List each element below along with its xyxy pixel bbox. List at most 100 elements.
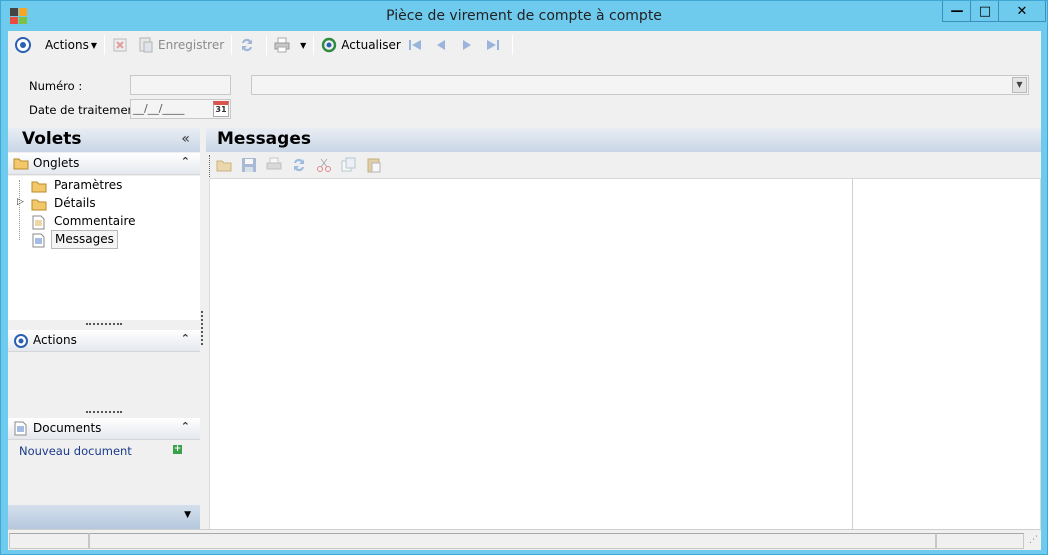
splitter-grip[interactable]: [86, 323, 122, 326]
expand-arrow-icon[interactable]: ▷: [17, 197, 24, 207]
actions-section-title: Actions: [33, 333, 77, 347]
refresh-label: Actualiser: [341, 38, 401, 52]
add-icon[interactable]: +: [173, 445, 182, 454]
folder-icon: [31, 179, 47, 193]
save-icon[interactable]: [241, 157, 257, 173]
folder-icon: [13, 156, 29, 173]
close-icon: ✕: [1016, 3, 1028, 19]
client-area: Actions ▼ Enregistrer ▼ Actualiser Numér…: [8, 31, 1041, 550]
tree-item-messages[interactable]: Messages: [31, 230, 118, 249]
date-value: __/__/____: [133, 102, 185, 115]
actions-label: Actions: [45, 38, 89, 52]
status-cell: [89, 533, 936, 549]
document-icon: [31, 233, 47, 247]
collapse-up-icon[interactable]: ⌃: [181, 332, 190, 345]
collapse-up-icon[interactable]: ⌃: [181, 155, 190, 168]
toolbar-separator: [313, 35, 315, 55]
sync-button[interactable]: [236, 33, 262, 57]
target-icon: [13, 333, 29, 352]
print-button[interactable]: ▼: [271, 33, 309, 57]
chevron-down-icon[interactable]: ▼: [184, 510, 191, 520]
documents-title: Documents: [33, 421, 102, 435]
save-icon: [138, 37, 154, 53]
toolbar-separator: [266, 35, 268, 55]
documents-section-body: Nouveau document +: [8, 441, 200, 505]
target-icon: [15, 37, 31, 53]
status-bar: ⋰: [8, 529, 1041, 550]
collapse-icon[interactable]: «: [181, 131, 190, 147]
toolbar-separator: [231, 35, 233, 55]
actions-menu-button[interactable]: Actions ▼: [12, 33, 100, 57]
numero-description-select[interactable]: ▼: [251, 75, 1029, 95]
tree-item-parametres[interactable]: Paramètres: [31, 177, 125, 194]
maximize-button[interactable]: □: [970, 1, 1000, 22]
save-button[interactable]: Enregistrer: [135, 33, 227, 57]
status-cell: [9, 533, 89, 549]
resize-grip-icon[interactable]: ⋰: [1029, 535, 1038, 545]
volets-header: Volets «: [8, 128, 200, 152]
numero-field[interactable]: [130, 75, 231, 95]
tree-item-label: Messages: [51, 230, 118, 249]
documents-section-header[interactable]: Documents ⌃: [8, 418, 200, 440]
application-window: Pièce de virement de compte à compte — □…: [0, 0, 1048, 555]
first-record-button[interactable]: [404, 33, 430, 57]
open-folder-icon[interactable]: [216, 157, 232, 173]
calendar-icon[interactable]: 31: [213, 101, 229, 117]
tree-item-label: Commentaire: [54, 214, 136, 228]
printer-icon[interactable]: [266, 157, 282, 173]
printer-icon: [274, 37, 290, 53]
cut-icon[interactable]: [316, 157, 332, 173]
messages-header: Messages: [206, 128, 1041, 152]
header-form: Numéro : ▼ Date de traitement : __/__/__…: [8, 71, 1041, 121]
minimize-button[interactable]: —: [942, 1, 972, 22]
tree-item-label: Paramètres: [54, 178, 123, 192]
volets-panel: Volets « Onglets ⌃ Paramètres ▷ Détails: [8, 128, 200, 530]
chevron-down-icon[interactable]: ▼: [1012, 77, 1027, 93]
main-toolbar: Actions ▼ Enregistrer ▼ Actualiser: [8, 31, 1041, 59]
status-cell: [936, 533, 1024, 549]
new-document-link[interactable]: Nouveau document: [19, 444, 132, 458]
messages-title: Messages: [217, 129, 311, 149]
paste-icon[interactable]: [366, 157, 382, 173]
copy-icon[interactable]: [341, 157, 357, 173]
chevron-down-icon: ▼: [90, 40, 97, 50]
delete-button[interactable]: [109, 33, 135, 57]
folder-icon: [31, 197, 47, 211]
content-divider: [852, 179, 853, 529]
title-bar[interactable]: Pièce de virement de compte à compte — □…: [1, 1, 1047, 31]
sync-icon[interactable]: [291, 157, 307, 173]
splitter-grip[interactable]: [86, 411, 122, 414]
date-field[interactable]: __/__/____ 31: [130, 99, 231, 119]
previous-record-button[interactable]: [430, 33, 456, 57]
minimize-icon: —: [950, 3, 964, 19]
next-icon: [459, 37, 475, 53]
tree-item-details[interactable]: Détails: [31, 195, 99, 212]
toolbar-grip[interactable]: [209, 155, 210, 177]
window-title: Pièce de virement de compte à compte: [386, 8, 662, 24]
collapse-up-icon[interactable]: ⌃: [181, 420, 190, 433]
onglets-section-header[interactable]: Onglets ⌃: [8, 153, 200, 175]
onglets-title: Onglets: [33, 156, 80, 170]
toolbar-separator: [104, 35, 105, 55]
next-record-button[interactable]: [456, 33, 482, 57]
last-record-button[interactable]: [482, 33, 508, 57]
sync-icon: [239, 37, 255, 53]
refresh-icon: [321, 37, 337, 53]
vertical-splitter[interactable]: [201, 311, 203, 345]
numero-label: Numéro :: [29, 79, 83, 93]
maximize-icon: □: [978, 3, 992, 19]
document-icon: [31, 215, 47, 229]
document-icon: [13, 421, 27, 439]
panel-footer[interactable]: ▼: [8, 505, 200, 529]
tree-item-commentaire[interactable]: Commentaire: [31, 213, 139, 230]
chevron-down-icon: ▼: [300, 40, 307, 50]
refresh-button[interactable]: Actualiser: [318, 33, 404, 57]
previous-icon: [433, 37, 449, 53]
actions-section-header[interactable]: Actions ⌃: [8, 330, 200, 352]
volets-title: Volets: [22, 129, 82, 149]
first-icon: [407, 37, 423, 53]
close-button[interactable]: ✕: [998, 1, 1046, 22]
actions-section-body: [8, 353, 200, 409]
messages-content-area[interactable]: [209, 178, 1041, 530]
onglets-tree: Paramètres ▷ Détails Commentaire Message…: [8, 176, 200, 320]
